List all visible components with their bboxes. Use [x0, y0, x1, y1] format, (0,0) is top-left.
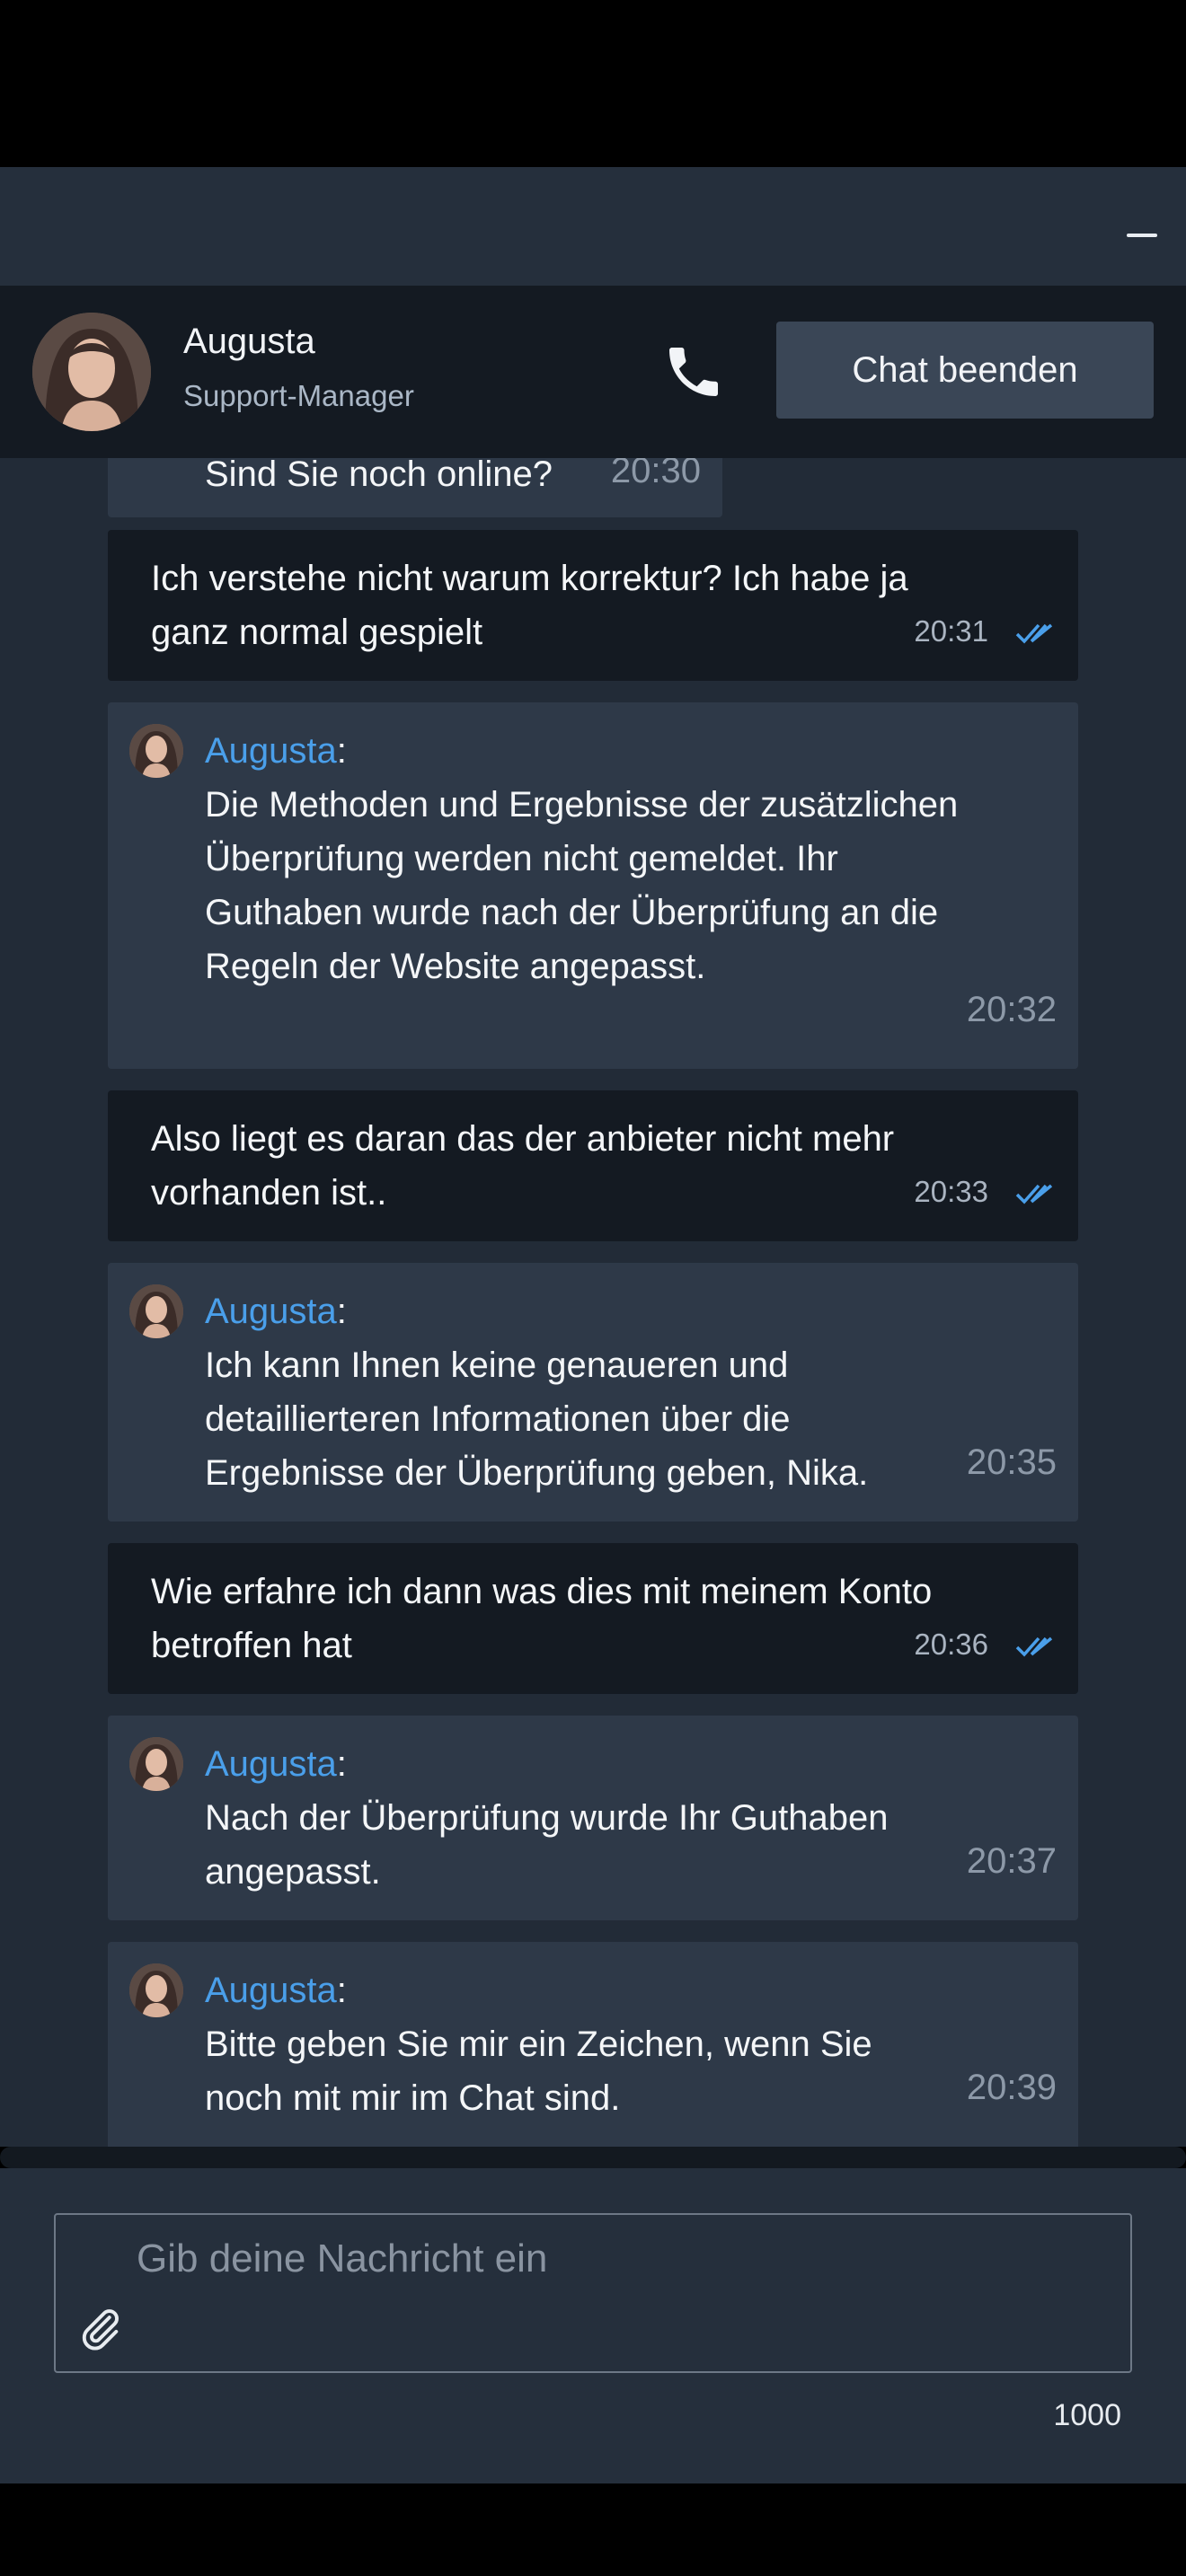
- message-text: Bitte geben Sie mir ein Zeichen, wenn Si…: [205, 2025, 872, 2118]
- message-text: Also liegt es daran das der anbieter nic…: [151, 1119, 895, 1213]
- message-time: 20:32: [966, 990, 1057, 1029]
- message-time: 20:36: [914, 1628, 988, 1661]
- chat-header: Augusta Support-Manager Chat beenden: [0, 286, 1186, 458]
- message-text: Ich kann Ihnen keine genaueren und detai…: [205, 1345, 869, 1493]
- message-text: Wie erfahre ich dann was dies mit meinem…: [151, 1572, 933, 1665]
- chat-message-user: Ich verstehe nicht warum korrektur? Ich …: [108, 530, 1078, 681]
- read-checkmarks-icon: [1015, 623, 1053, 644]
- agent-role: Support-Manager: [183, 379, 414, 412]
- message-time: 20:39: [966, 2068, 1057, 2107]
- paperclip-icon[interactable]: [77, 2305, 124, 2351]
- chat-message-agent: Augusta: Bitte geben Sie mir ein Zeichen…: [108, 1942, 1078, 2147]
- message-text: Sind Sie noch online?: [205, 458, 553, 494]
- chat-message-agent: Augusta: Ich kann Ihnen keine genaueren …: [108, 1263, 1078, 1522]
- agent-avatar-small: [129, 1963, 183, 2017]
- chat-window-bar: [0, 167, 1186, 286]
- chat-message-agent: Augusta: Die Methoden und Ergebnisse der…: [108, 702, 1078, 1069]
- char-counter: 1000: [1053, 2398, 1121, 2432]
- agent-avatar-small: [129, 724, 183, 778]
- sender-name: Augusta: [205, 1292, 337, 1331]
- scrollbar-track[interactable]: [0, 2147, 1186, 2168]
- end-chat-button[interactable]: Chat beenden: [776, 322, 1154, 419]
- sender-name: Augusta: [205, 1744, 337, 1784]
- agent-name: Augusta: [183, 322, 315, 361]
- navigation-bar-area: [0, 2483, 1186, 2576]
- message-sender: Augusta:: [205, 731, 347, 771]
- message-input-box[interactable]: [54, 2213, 1132, 2373]
- agent-avatar-small: [129, 1284, 183, 1338]
- agent-avatar: [32, 313, 151, 431]
- message-time: 20:33: [914, 1175, 988, 1208]
- message-time: 20:30: [610, 458, 701, 490]
- chat-message-user: Also liegt es daran das der anbieter nic…: [108, 1090, 1078, 1241]
- message-time: 20:37: [966, 1841, 1057, 1881]
- message-sender: Augusta:: [205, 1971, 347, 2010]
- read-checkmarks-icon: [1015, 1184, 1053, 1204]
- message-time: 20:31: [914, 614, 988, 648]
- message-text: Ich verstehe nicht warum korrektur? Ich …: [151, 559, 908, 652]
- agent-avatar-small: [129, 1737, 183, 1791]
- chat-messages[interactable]: Sind Sie noch online? 20:30 Ich verstehe…: [0, 458, 1186, 2147]
- sender-name: Augusta: [205, 1971, 337, 2010]
- chat-message-agent: Augusta: Nach der Überprüfung wurde Ihr …: [108, 1716, 1078, 1920]
- chat-message-agent: Sind Sie noch online? 20:30: [108, 458, 722, 517]
- message-sender: Augusta:: [205, 1292, 347, 1331]
- message-sender: Augusta:: [205, 1744, 347, 1784]
- read-checkmarks-icon: [1015, 1636, 1053, 1657]
- chat-message-user: Wie erfahre ich dann was dies mit meinem…: [108, 1543, 1078, 1694]
- message-input[interactable]: [137, 2236, 1107, 2353]
- status-bar-area: [0, 0, 1186, 167]
- phone-icon[interactable]: [661, 340, 726, 404]
- message-text: Nach der Überprüfung wurde Ihr Guthaben …: [205, 1798, 889, 1892]
- minimize-icon[interactable]: [1127, 234, 1157, 237]
- sender-name: Augusta: [205, 731, 337, 771]
- message-time: 20:35: [966, 1442, 1057, 1482]
- message-text: Die Methoden und Ergebnisse der zusätzli…: [205, 785, 959, 986]
- composer: 1000: [0, 2168, 1186, 2483]
